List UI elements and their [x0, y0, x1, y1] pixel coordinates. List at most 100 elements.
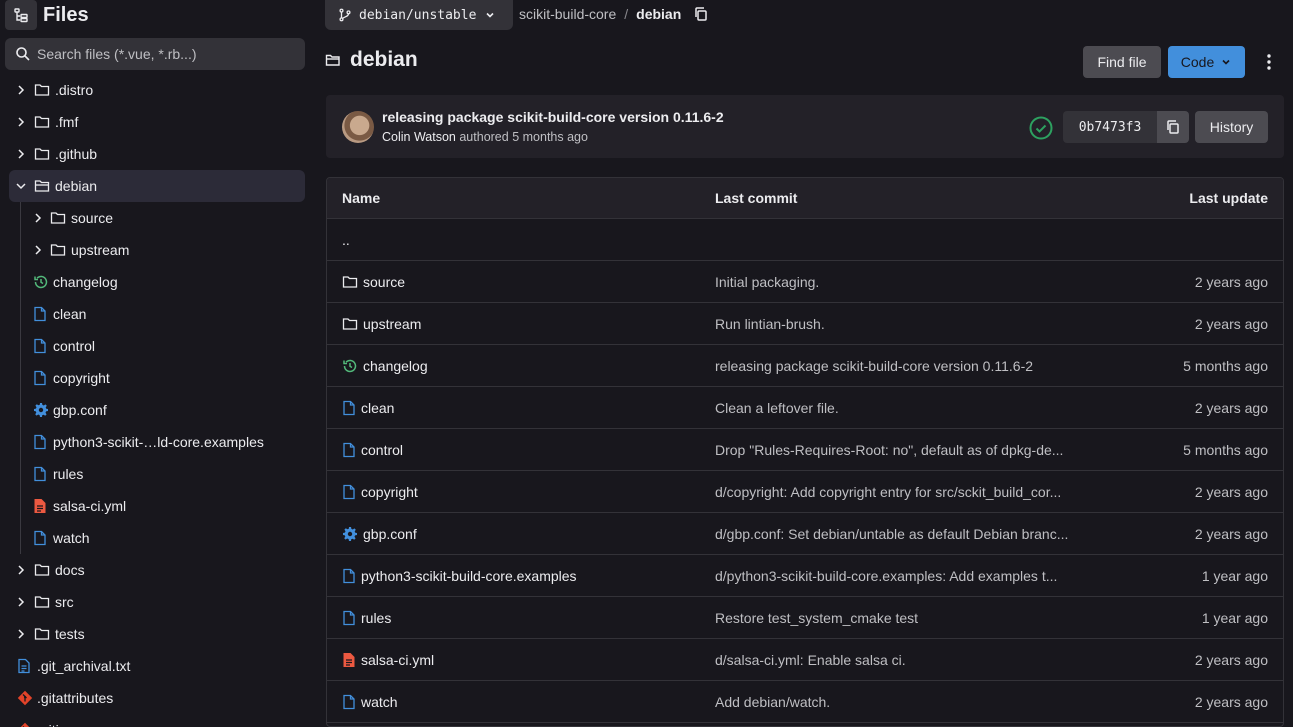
file-name-cell[interactable]: gbp.conf: [342, 526, 417, 542]
table-row[interactable]: salsa-ci.yml d/salsa-ci.yml: Enable salsa…: [327, 639, 1283, 681]
file-name-link[interactable]: source: [363, 274, 405, 290]
commit-message-link[interactable]: d/copyright: Add copyright entry for src…: [715, 484, 1061, 500]
chevron-right-icon[interactable]: [31, 243, 45, 257]
history-icon: [342, 358, 358, 374]
page-title: debian: [350, 48, 418, 71]
file-name-link[interactable]: salsa-ci.yml: [361, 652, 434, 668]
commit-sha[interactable]: 0b7473f3: [1063, 111, 1157, 143]
file-name-cell[interactable]: control: [342, 442, 403, 458]
sidebar-item-clean[interactable]: clean: [0, 298, 312, 330]
last-update-time: 2 years ago: [1194, 316, 1268, 332]
file-name-link[interactable]: copyright: [361, 484, 418, 500]
file-name-link[interactable]: gbp.conf: [363, 526, 417, 542]
breadcrumb-current[interactable]: debian: [636, 6, 681, 22]
parent-directory-row[interactable]: ..: [327, 219, 1283, 261]
sidebar-item-gbp-conf[interactable]: gbp.conf: [0, 394, 312, 426]
search-icon: [16, 47, 30, 61]
parent-directory-link[interactable]: ..: [342, 232, 350, 248]
commit-message-link[interactable]: Run lintian-brush.: [715, 316, 825, 332]
chevron-down-icon[interactable]: [14, 179, 28, 193]
file-name-cell[interactable]: salsa-ci.yml: [342, 652, 434, 668]
find-file-button[interactable]: Find file: [1083, 46, 1161, 78]
file-name-link[interactable]: control: [361, 442, 403, 458]
table-row[interactable]: rules Restore test_system_cmake test 1 yea…: [327, 597, 1283, 639]
sidebar-item-control[interactable]: control: [0, 330, 312, 362]
chevron-right-icon[interactable]: [14, 627, 28, 641]
copy-path-button[interactable]: [693, 6, 709, 22]
commit-message[interactable]: releasing package scikit-build-core vers…: [382, 109, 724, 125]
sidebar-item-copyright[interactable]: copyright: [0, 362, 312, 394]
sidebar-item-src[interactable]: src: [0, 586, 312, 618]
sidebar-item-gitignore[interactable]: .gitignore: [0, 714, 312, 727]
file-name-link[interactable]: rules: [361, 610, 391, 626]
file-name-cell[interactable]: source: [342, 274, 405, 290]
chevron-right-icon[interactable]: [14, 563, 28, 577]
table-row[interactable]: watch Add debian/watch. 2 years ago: [327, 681, 1283, 723]
file-search-box[interactable]: [5, 38, 305, 70]
sidebar-item-source[interactable]: source: [0, 202, 312, 234]
breadcrumb-project-link[interactable]: scikit-build-core: [519, 6, 616, 22]
file-name-cell[interactable]: watch: [342, 694, 398, 710]
sidebar-item-rules[interactable]: rules: [0, 458, 312, 490]
file-name-link[interactable]: clean: [361, 400, 394, 416]
file-name-link[interactable]: python3-scikit-build-core.examples: [361, 568, 577, 584]
commit-message-link[interactable]: d/python3-scikit-build-core.examples: Ad…: [715, 568, 1057, 584]
toggle-file-tree-button[interactable]: [5, 0, 37, 30]
code-dropdown-button[interactable]: Code: [1168, 46, 1245, 78]
table-row[interactable]: changelog releasing package scikit-build-…: [327, 345, 1283, 387]
sidebar-item-python3-scikit-ld-core-examples[interactable]: python3-scikit-…ld-core.examples: [0, 426, 312, 458]
avatar[interactable]: [342, 111, 374, 143]
history-button[interactable]: History: [1195, 111, 1268, 143]
table-row[interactable]: python3-scikit-build-core.examples d/pyth…: [327, 555, 1283, 597]
commit-message-link[interactable]: Restore test_system_cmake test: [715, 610, 918, 626]
commit-message-link[interactable]: releasing package scikit-build-core vers…: [715, 358, 1033, 374]
commit-message-link[interactable]: Drop "Rules-Requires-Root: no", default …: [715, 442, 1063, 458]
file-name-link[interactable]: upstream: [363, 316, 421, 332]
file-name-cell[interactable]: rules: [342, 610, 391, 626]
sidebar-item-fmf[interactable]: .fmf: [0, 106, 312, 138]
sidebar-item-salsa-ci-yml[interactable]: salsa-ci.yml: [0, 490, 312, 522]
commit-message-link[interactable]: d/salsa-ci.yml: Enable salsa ci.: [715, 652, 906, 668]
sidebar-item-debian[interactable]: debian: [9, 170, 305, 202]
file-name-cell[interactable]: copyright: [342, 484, 418, 500]
commit-message-link[interactable]: Clean a leftover file.: [715, 400, 839, 416]
chevron-right-icon[interactable]: [31, 211, 45, 225]
sidebar-item-changelog[interactable]: changelog: [0, 266, 312, 298]
sidebar-item-git-archival-txt[interactable]: .git_archival.txt: [0, 650, 312, 682]
table-row[interactable]: upstream Run lintian-brush. 2 years ago: [327, 303, 1283, 345]
sidebar-item-watch[interactable]: watch: [0, 522, 312, 554]
sidebar-item-gitattributes[interactable]: .gitattributes: [0, 682, 312, 714]
commit-message-link[interactable]: Add debian/watch.: [715, 694, 830, 710]
file-search-input[interactable]: [37, 46, 287, 62]
sidebar-item-distro[interactable]: .distro: [0, 74, 312, 106]
file-name-cell[interactable]: clean: [342, 400, 394, 416]
chevron-right-icon[interactable]: [14, 147, 28, 161]
table-row[interactable]: copyright d/copyright: Add copyright entr…: [327, 471, 1283, 513]
sidebar-item-label: gbp.conf: [53, 402, 107, 418]
commit-author[interactable]: Colin Watson: [382, 130, 456, 144]
file-name-cell[interactable]: upstream: [342, 316, 421, 332]
file-name-link[interactable]: changelog: [363, 358, 428, 374]
table-row[interactable]: clean Clean a leftover file. 2 years ago: [327, 387, 1283, 429]
branch-selector-button[interactable]: debian/unstable: [325, 0, 513, 30]
table-row[interactable]: source Initial packaging. 2 years ago: [327, 261, 1283, 303]
pipeline-status[interactable]: [1029, 116, 1053, 140]
more-actions-button[interactable]: [1260, 53, 1278, 71]
chevron-right-icon[interactable]: [14, 115, 28, 129]
file-name-cell[interactable]: changelog: [342, 358, 428, 374]
table-row[interactable]: control Drop "Rules-Requires-Root: no", d…: [327, 429, 1283, 471]
file-name-link[interactable]: watch: [361, 694, 398, 710]
commit-message-link[interactable]: Initial packaging.: [715, 274, 819, 290]
table-row[interactable]: gbp.conf d/gbp.conf: Set debian/untable a…: [327, 513, 1283, 555]
chevron-right-icon[interactable]: [14, 595, 28, 609]
chevron-right-icon[interactable]: [14, 83, 28, 97]
sidebar-item-docs[interactable]: docs: [0, 554, 312, 586]
sidebar-item-label: .distro: [55, 82, 94, 98]
sidebar-item-upstream[interactable]: upstream: [0, 234, 312, 266]
copy-sha-button[interactable]: [1157, 111, 1189, 143]
sidebar-item-github[interactable]: .github: [0, 138, 312, 170]
sidebar-item-tests[interactable]: tests: [0, 618, 312, 650]
commit-message-link[interactable]: d/gbp.conf: Set debian/untable as defaul…: [715, 526, 1068, 542]
file-name-cell[interactable]: python3-scikit-build-core.examples: [342, 568, 577, 584]
folder-icon: [34, 626, 50, 642]
